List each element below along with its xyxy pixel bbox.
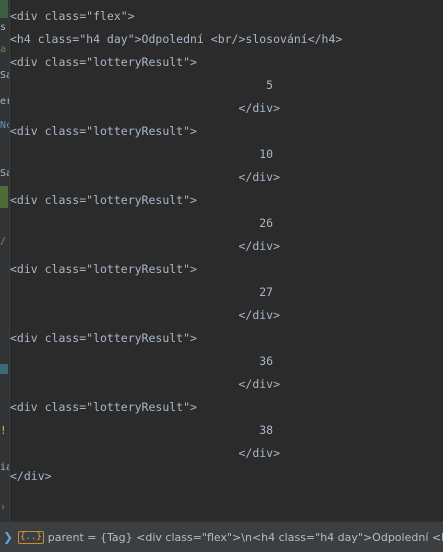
code-line: </div>	[10, 446, 281, 460]
gutter-fragment: s	[0, 22, 7, 33]
gutter-fragment: ia	[0, 462, 9, 473]
debug-variable-value[interactable]: parent = {Tag} <div class="flex">\n<h4 c…	[48, 531, 443, 544]
gutter-marker	[0, 364, 8, 374]
gutter-fragment: er	[0, 96, 9, 107]
code-line: </div>	[10, 308, 281, 322]
code-line: <div class="flex">	[10, 9, 135, 23]
code-line: </div>	[10, 469, 52, 483]
code-line: <div class="lotteryResult">	[10, 124, 197, 138]
code-line: 36	[10, 354, 274, 368]
gutter-chevron: ›	[0, 502, 7, 513]
code-line: </div>	[10, 101, 281, 115]
gutter-fragment: Nc	[0, 120, 9, 131]
code-line: 27	[10, 285, 274, 299]
code-line: <div class="lotteryResult">	[10, 400, 197, 414]
code-line: <h4 class="h4 day">Odpolední <br/>slosov…	[10, 32, 343, 46]
code-line: </div>	[10, 377, 281, 391]
gutter-fragment: Sa	[0, 70, 9, 81]
code-line: <div class="lotteryResult">	[10, 331, 197, 345]
editor-gutter: s a Sa er Nc Sa / ! ia ›	[0, 0, 10, 521]
gutter-fragment: a	[0, 44, 7, 55]
braces-tag-icon: {..}	[18, 530, 44, 544]
code-line: 38	[10, 423, 274, 437]
code-line: <div class="lotteryResult">	[10, 262, 197, 276]
code-line: </div>	[10, 170, 281, 184]
code-line: 5	[10, 78, 274, 92]
warning-marker: !	[0, 424, 7, 437]
code-line: </div>	[10, 239, 281, 253]
code-line: 10	[10, 147, 274, 161]
code-line: <div class="lotteryResult">	[10, 55, 197, 69]
gutter-fragment: /	[0, 236, 7, 247]
gutter-marker	[0, 0, 8, 18]
gutter-fragment: Sa	[0, 168, 9, 179]
chevron-right-icon[interactable]: ❯	[3, 530, 13, 544]
debug-variable-bar[interactable]: ❯ {..} parent = {Tag} <div class="flex">…	[0, 521, 443, 552]
code-editor[interactable]: <div class="flex"> <h4 class="h4 day">Od…	[10, 0, 443, 521]
gutter-marker	[0, 186, 8, 208]
code-line: <div class="lotteryResult">	[10, 193, 197, 207]
code-line: 26	[10, 216, 274, 230]
